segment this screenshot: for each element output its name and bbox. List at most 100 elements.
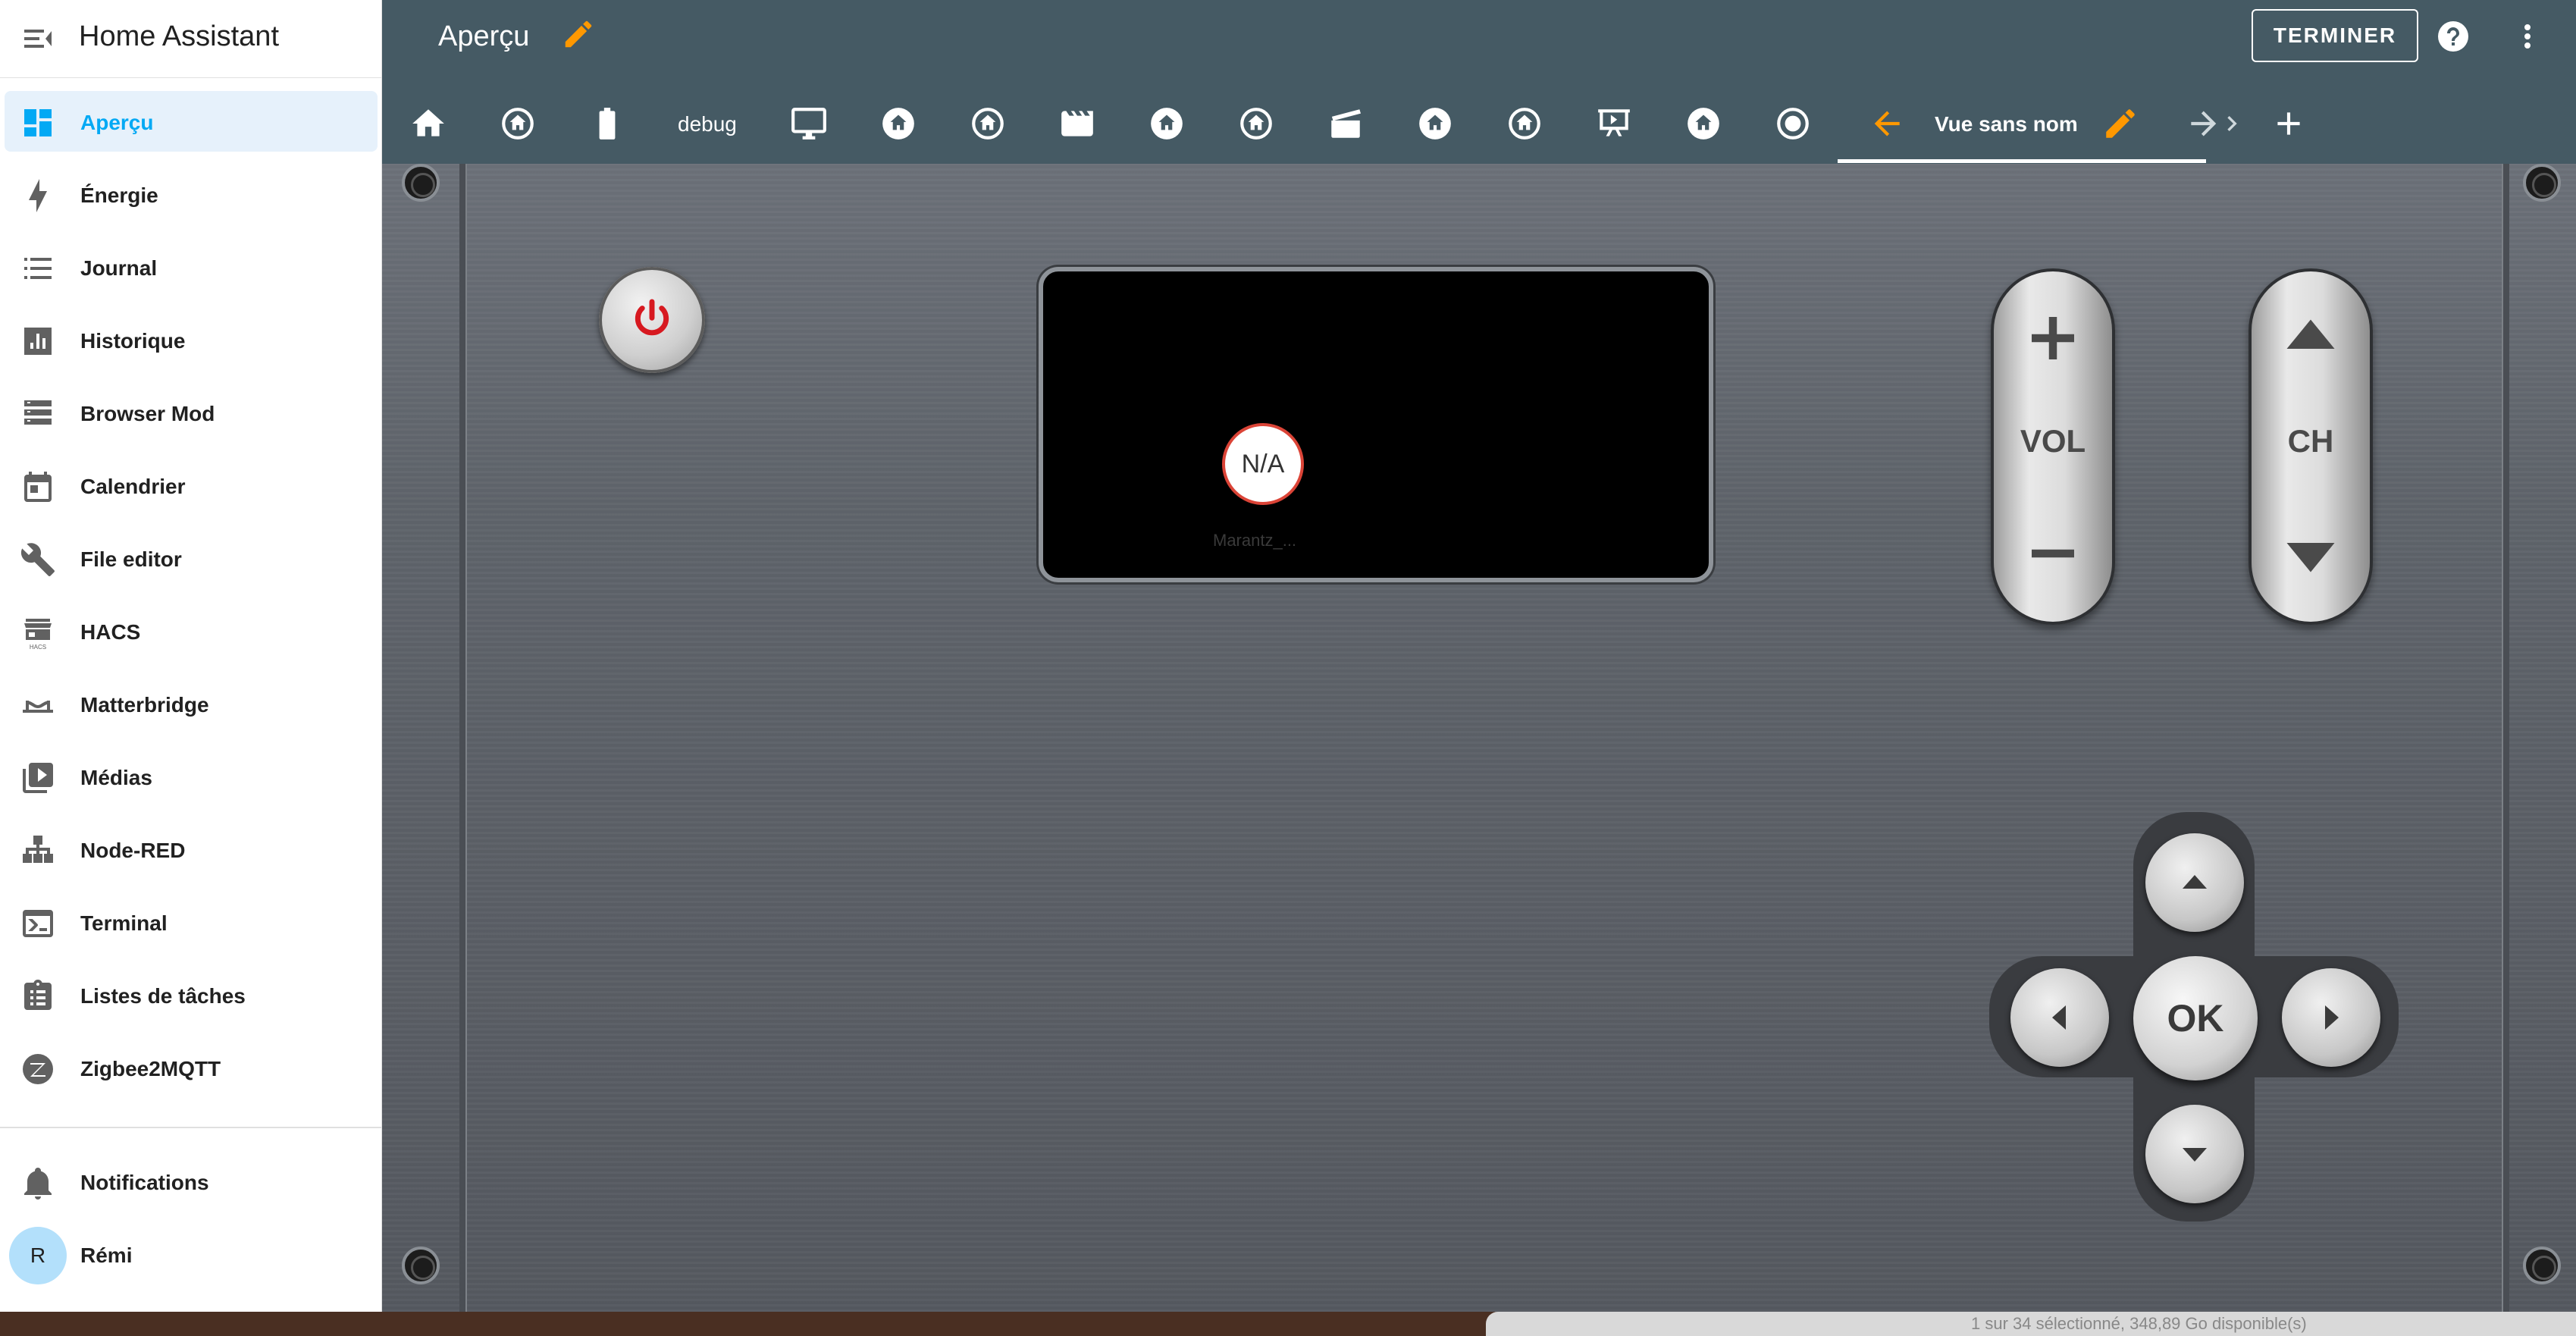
home-assistant-window: Home Assistant Aperçu Énergie Journal Hi…	[0, 0, 2576, 1312]
sidebar-item-label: Node-RED	[80, 839, 186, 862]
zigbee-icon	[20, 1051, 56, 1087]
channel-up-button[interactable]	[2279, 306, 2343, 370]
tab-home-circle-icon[interactable]	[1237, 105, 1275, 143]
toolbar: Aperçu TERMINER debug Vue sans nom	[382, 0, 2576, 164]
dpad-left-button[interactable]	[2010, 968, 2109, 1067]
media-player-state-badge[interactable]: N/A	[1222, 423, 1304, 505]
sidebar-item-label: HACS	[80, 620, 141, 644]
server-icon	[20, 396, 56, 432]
sidebar-item-energie[interactable]: Énergie	[0, 161, 382, 234]
tab-presentation-icon[interactable]	[1595, 105, 1633, 143]
sidebar-item-user[interactable]: R Rémi	[0, 1221, 382, 1294]
tab-debug[interactable]: debug	[678, 108, 737, 141]
dpad-right-button[interactable]	[2282, 968, 2380, 1067]
sidebar-item-label: Historique	[80, 329, 186, 353]
add-view-plus-icon[interactable]	[2270, 105, 2308, 143]
scroll-tabs-chevron-right-icon[interactable]	[2217, 105, 2255, 143]
tab-home-icon[interactable]	[409, 105, 447, 143]
sidebar-item-apercu[interactable]: Aperçu	[0, 88, 382, 161]
edit-title-pencil-icon[interactable]	[561, 17, 596, 52]
screw-bottom-left	[402, 1247, 440, 1284]
sidebar-item-label: Terminal	[80, 911, 168, 935]
sidebar-item-label: Listes de tâches	[80, 984, 246, 1008]
sidebar-nav: Aperçu Énergie Journal Historique Browse…	[0, 88, 382, 1107]
tab-film-icon[interactable]	[1058, 105, 1096, 143]
sidebar-item-label: Browser Mod	[80, 402, 215, 425]
avatar: R	[9, 1227, 67, 1284]
sidebar-item-file-editor[interactable]: File editor	[0, 525, 382, 597]
power-button[interactable]	[599, 267, 705, 373]
terminal-icon	[20, 905, 56, 942]
sidebar-divider	[0, 1127, 382, 1128]
sidebar-item-matterbridge[interactable]: Matterbridge	[0, 670, 382, 743]
edit-view-pencil-icon[interactable]	[2101, 105, 2139, 143]
sidebar-item-listes-de-taches[interactable]: Listes de tâches	[0, 961, 382, 1034]
tab-home-circle-icon[interactable]	[1416, 105, 1454, 143]
volume-up-button[interactable]	[2021, 306, 2085, 370]
sidebar-item-journal[interactable]: Journal	[0, 234, 382, 306]
volume-down-button[interactable]	[2021, 522, 2085, 585]
sidebar-item-calendrier[interactable]: Calendrier	[0, 452, 382, 525]
more-vert-icon[interactable]	[2509, 18, 2546, 55]
sidebar-header: Home Assistant	[0, 0, 382, 78]
plus-icon	[2032, 317, 2074, 359]
tab-home-circle-icon[interactable]	[879, 105, 917, 143]
help-icon[interactable]	[2435, 18, 2471, 55]
sidebar-item-terminal[interactable]: Terminal	[0, 889, 382, 961]
dashboard-icon	[20, 105, 56, 141]
channel-rocker: CH	[2249, 268, 2373, 625]
background-status-text: 1 sur 34 sélectionné, 348,89 Go disponib…	[1971, 1314, 2307, 1333]
dpad-down-button[interactable]	[2145, 1105, 2244, 1203]
tab-home-circle-icon[interactable]	[969, 105, 1007, 143]
sitemap-icon	[20, 833, 56, 869]
screw-bottom-right	[2523, 1247, 2561, 1284]
panel-rail-right	[2502, 164, 2509, 1312]
menu-collapse-icon[interactable]	[20, 20, 56, 57]
chart-icon	[20, 323, 56, 359]
ok-button[interactable]: OK	[2133, 956, 2258, 1080]
sidebar-item-label: File editor	[80, 547, 182, 571]
calendar-icon	[20, 469, 56, 505]
clipboard-icon	[20, 978, 56, 1015]
display-screen: N/A Marantz_...	[1039, 267, 1713, 582]
sidebar-item-node-red[interactable]: Node-RED	[0, 816, 382, 889]
tab-monitor-icon[interactable]	[790, 105, 828, 143]
dpad-up-button[interactable]	[2145, 833, 2244, 932]
sidebar-item-notifications[interactable]: Notifications	[0, 1148, 382, 1221]
media-icon	[20, 760, 56, 796]
hacs-icon: HACS	[20, 614, 56, 651]
active-tab-indicator	[1838, 159, 2206, 163]
sidebar-footer: Notifications R Rémi	[0, 1148, 382, 1294]
dashboard-panel: N/A Marantz_... VOL CH OK	[382, 164, 2576, 1312]
tab-home-circle-icon[interactable]	[499, 105, 537, 143]
tab-record-icon[interactable]	[1774, 105, 1812, 143]
sidebar-item-label: Médias	[80, 766, 152, 789]
sidebar-item-label: Notifications	[80, 1171, 209, 1194]
page-title: Aperçu	[438, 20, 530, 52]
sidebar-item-hacs[interactable]: HACS HACS	[0, 597, 382, 670]
sidebar-item-historique[interactable]: Historique	[0, 306, 382, 379]
wrench-icon	[20, 541, 56, 578]
caret-left-icon	[2052, 1005, 2066, 1030]
sidebar-item-medias[interactable]: Médias	[0, 743, 382, 816]
channel-down-button[interactable]	[2279, 522, 2343, 585]
move-tab-left-arrow-icon[interactable]	[1868, 105, 1906, 143]
screw-top-left	[402, 164, 440, 202]
tab-home-circle-icon[interactable]	[1506, 105, 1543, 143]
triangle-down-icon	[2286, 543, 2335, 572]
volume-rocker: VOL	[1991, 268, 2115, 625]
tab-vue-sans-nom[interactable]: Vue sans nom	[1935, 108, 2078, 141]
done-button[interactable]: TERMINER	[2252, 9, 2418, 62]
list-icon	[20, 250, 56, 287]
tab-battery-icon[interactable]	[588, 105, 626, 143]
tab-home-circle-icon[interactable]	[1148, 105, 1186, 143]
sidebar-item-browser-mod[interactable]: Browser Mod	[0, 379, 382, 452]
tab-clapper-icon[interactable]	[1327, 105, 1365, 143]
sidebar-item-label: Matterbridge	[80, 693, 209, 717]
tab-home-circle-icon[interactable]	[1684, 105, 1722, 143]
sidebar-item-label: Journal	[80, 256, 158, 280]
caret-up-icon	[2183, 875, 2207, 889]
direction-pad: OK	[1989, 812, 2414, 1237]
sidebar-item-zigbee2mqtt[interactable]: Zigbee2MQTT	[0, 1034, 382, 1107]
lightning-icon	[20, 177, 56, 214]
